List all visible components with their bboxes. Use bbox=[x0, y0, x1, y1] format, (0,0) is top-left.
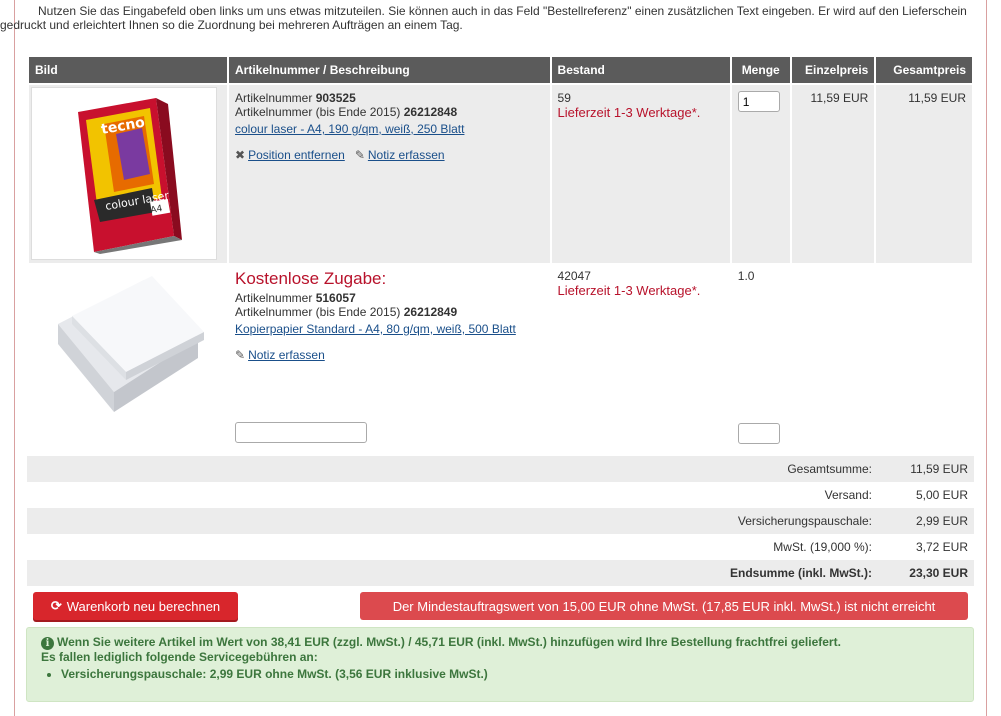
total-price bbox=[876, 263, 972, 455]
totals-row: Versand: 5,00 EUR bbox=[27, 482, 974, 508]
article-number: 903525 bbox=[315, 91, 356, 105]
unit-price: 11,59 EUR bbox=[791, 85, 875, 263]
insurance-value: 2,99 EUR bbox=[878, 508, 974, 534]
old-article-number: 26212848 bbox=[403, 105, 458, 119]
fee-list: Versicherungspauschale: 2,99 EUR ohne Mw… bbox=[41, 667, 959, 682]
intro-line-1: Nutzen Sie das Eingabefeld oben links um… bbox=[38, 4, 967, 18]
free-shipping-notice: i Wenn Sie weitere Artikel im Wert von 38… bbox=[26, 627, 974, 702]
old-article-number-line: Artikelnummer (bis Ende 2015) 26212849 bbox=[235, 305, 458, 319]
quantity-cell bbox=[731, 85, 790, 263]
old-article-number-line: Artikelnummer (bis Ende 2015) 26212848 bbox=[235, 105, 458, 119]
stock-cell: 59 Lieferzeit 1-3 Werktage*. bbox=[551, 85, 730, 263]
article-cell: Kostenlose Zugabe: Artikelnummer 516057 … bbox=[229, 263, 550, 455]
recalculate-label: Warenkorb neu berechnen bbox=[66, 598, 221, 614]
page-border-right bbox=[986, 0, 987, 716]
product-image-cell: colour laser tecno A4 bbox=[29, 85, 227, 263]
article-number: 516057 bbox=[315, 291, 356, 305]
table-row: colour laser tecno A4 Artikelnummer 9035… bbox=[29, 85, 972, 263]
delivery-time: Lieferzeit 1-3 Werktage*. bbox=[557, 283, 701, 298]
item-actions: ✖ Position entfernen ✎ Notiz erfassen bbox=[235, 148, 544, 162]
shipping-value: 5,00 EUR bbox=[915, 488, 968, 502]
quantity-cell: 1.0 bbox=[731, 263, 790, 455]
stock-value: 42047 bbox=[557, 269, 591, 283]
article-number-line: Artikelnummer 903525 bbox=[235, 91, 356, 105]
article-number-line: Artikelnummer 516057 bbox=[235, 291, 356, 305]
minimum-order-button[interactable]: Der Mindestauftragswert von 15,00 EUR oh… bbox=[360, 592, 968, 620]
header-image: Bild bbox=[29, 57, 227, 85]
refresh-icon: ⟳ bbox=[50, 598, 62, 613]
vat-label: MwSt. (19,000 %): bbox=[773, 540, 872, 554]
cart-header-row: Bild Artikelnummer / Beschreibung Bestan… bbox=[29, 57, 972, 85]
header-quantity: Menge bbox=[731, 57, 790, 85]
intro-line-2: gedruckt und erleichtert Ihnen so die Zu… bbox=[0, 18, 463, 32]
subtotal-value: 11,59 EUR bbox=[878, 456, 974, 482]
totals-row: MwSt. (19,000 %): 3,72 EUR bbox=[27, 534, 974, 560]
recalculate-cart-button[interactable]: ⟳ Warenkorb neu berechnen bbox=[33, 592, 238, 620]
remove-position-link[interactable]: Position entfernen bbox=[248, 148, 345, 162]
product-image-copy-paper[interactable] bbox=[35, 269, 221, 419]
header-stock: Bestand bbox=[551, 57, 730, 85]
totals-row: Endsumme (inkl. MwSt.): 23,30 EUR bbox=[27, 560, 974, 586]
product-description-link[interactable]: Kopierpapier Standard - A4, 80 g/qm, wei… bbox=[235, 322, 516, 336]
info-icon: i bbox=[41, 637, 54, 650]
header-total-price: Gesamtpreis bbox=[876, 57, 972, 85]
delivery-time: Lieferzeit 1-3 Werktage*. bbox=[557, 105, 701, 120]
notice-line-2: Es fallen lediglich folgende Servicegebü… bbox=[41, 650, 318, 664]
total-price: 11,59 EUR bbox=[876, 85, 972, 263]
item-actions: ✎ Notiz erfassen bbox=[235, 348, 544, 362]
header-article: Artikelnummer / Beschreibung bbox=[229, 57, 550, 85]
stock-value: 59 bbox=[557, 91, 571, 105]
svg-text:A4: A4 bbox=[150, 203, 164, 215]
unit-price bbox=[791, 263, 875, 455]
totals-row: Gesamtsumme: 11,59 EUR bbox=[27, 456, 974, 482]
product-image-colour-laser[interactable]: colour laser tecno A4 bbox=[31, 87, 217, 260]
grand-total-value: 23,30 EUR bbox=[878, 560, 974, 586]
product-image-cell bbox=[29, 263, 227, 455]
list-item: Versicherungspauschale: 2,99 EUR ohne Mw… bbox=[61, 667, 959, 682]
edit-icon: ✎ bbox=[235, 348, 246, 362]
cart-table: Bild Artikelnummer / Beschreibung Bestan… bbox=[27, 57, 974, 455]
free-gift-label: Kostenlose Zugabe: bbox=[235, 269, 387, 288]
totals-row: Versicherungspauschale: 2,99 EUR bbox=[27, 508, 974, 534]
paper-stack-image bbox=[58, 276, 204, 412]
insurance-label: Versicherungspauschale: bbox=[27, 508, 878, 534]
add-note-link[interactable]: Notiz erfassen bbox=[248, 348, 325, 362]
product-description-link[interactable]: colour laser - A4, 190 g/qm, weiß, 250 B… bbox=[235, 122, 464, 136]
quantity-value: 1.0 bbox=[737, 269, 755, 283]
order-reference-input[interactable] bbox=[235, 422, 367, 443]
shipping-label: Versand: bbox=[824, 488, 872, 502]
article-cell: Artikelnummer 903525 Artikelnummer (bis … bbox=[229, 85, 550, 263]
quantity-input-blank[interactable] bbox=[737, 423, 780, 444]
table-row: Kostenlose Zugabe: Artikelnummer 516057 … bbox=[29, 263, 972, 455]
grand-total-label: Endsumme (inkl. MwSt.): bbox=[27, 560, 878, 586]
close-icon: ✖ bbox=[235, 148, 246, 162]
edit-icon: ✎ bbox=[354, 148, 365, 162]
page-border-left bbox=[14, 0, 15, 716]
add-note-link[interactable]: Notiz erfassen bbox=[368, 148, 445, 162]
notice-line-1: Wenn Sie weitere Artikel im Wert von 38,… bbox=[57, 635, 841, 649]
quantity-input[interactable] bbox=[737, 91, 780, 112]
intro-text: Nutzen Sie das Eingabefeld oben links um… bbox=[0, 4, 986, 32]
header-unit-price: Einzelpreis bbox=[791, 57, 875, 85]
old-article-number: 26212849 bbox=[403, 305, 458, 319]
vat-value: 3,72 EUR bbox=[915, 540, 968, 554]
subtotal-label: Gesamtsumme: bbox=[27, 456, 878, 482]
totals-table: Gesamtsumme: 11,59 EUR Versand: 5,00 EUR… bbox=[27, 456, 974, 586]
stock-cell: 42047 Lieferzeit 1-3 Werktage*. bbox=[551, 263, 730, 455]
paper-box-image: colour laser tecno A4 bbox=[78, 97, 182, 254]
